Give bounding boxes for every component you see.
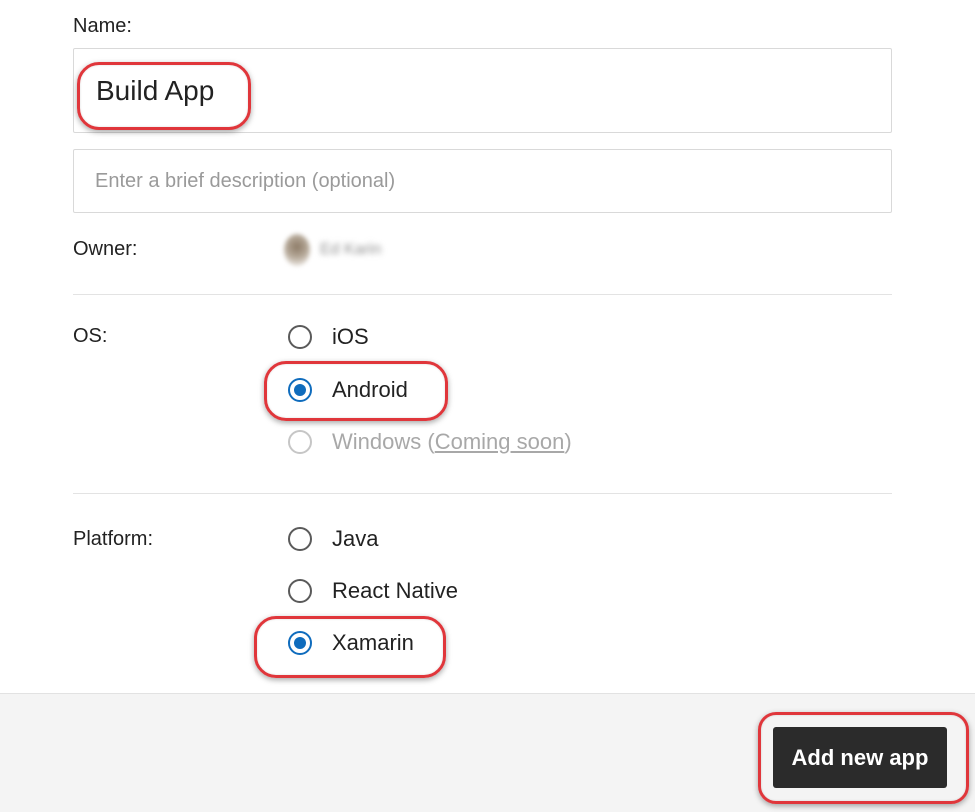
owner-value: Ed Karin [284,233,381,267]
windows-label: Windows [332,429,422,454]
os-option-android[interactable]: Android [288,375,408,405]
radio-windows [288,430,312,454]
radio-react-native[interactable] [288,579,312,603]
platform-option-label: Xamarin [332,630,414,655]
platform-option-react-native[interactable]: React Native [288,576,458,606]
name-label: Name: [73,15,132,37]
radio-android[interactable] [288,378,312,402]
windows-paren-open: ( [421,429,435,454]
divider-owner [73,294,892,295]
radio-ios[interactable] [288,325,312,349]
name-field[interactable]: Build App [73,48,892,133]
avatar [284,234,310,266]
platform-option-xamarin[interactable]: Xamarin [288,628,414,658]
os-option-label: iOS [332,324,369,349]
coming-soon-link[interactable]: Coming soon [435,429,565,454]
platform-option-label: Java [332,526,379,551]
description-field[interactable] [73,149,892,213]
radio-xamarin[interactable] [288,631,312,655]
os-option-ios[interactable]: iOS [288,322,369,352]
os-option-label: Windows (Coming soon) [332,429,572,455]
platform-option-label: React Native [332,578,458,603]
add-new-app-button[interactable]: Add new app [773,727,947,788]
divider-os [73,493,892,494]
platform-option-java[interactable]: Java [288,524,378,554]
os-label: OS: [73,325,108,347]
os-option-windows: Windows (Coming soon) [288,427,572,457]
owner-label: Owner: [73,238,138,260]
windows-paren-close: ) [564,429,572,454]
name-value: Build App [96,75,215,106]
radio-java[interactable] [288,527,312,551]
os-option-label: Android [332,377,408,402]
description-input[interactable] [74,150,891,212]
platform-label: Platform: [73,528,154,550]
owner-name: Ed Karin [320,241,382,258]
